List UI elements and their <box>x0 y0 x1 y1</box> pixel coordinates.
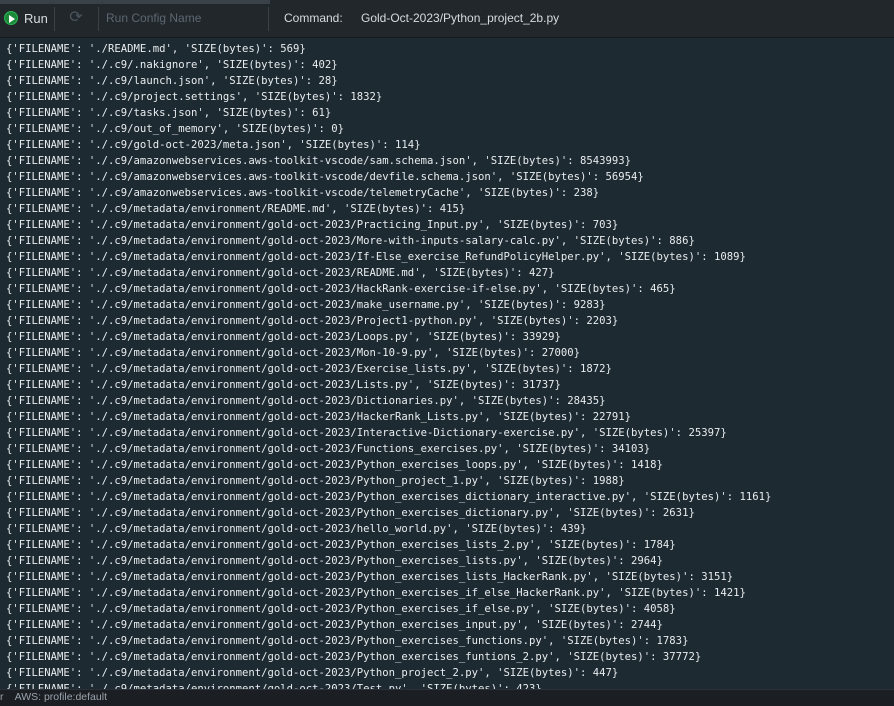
run-label: Run <box>24 10 48 26</box>
output-line: {'FILENAME': './.c9/project.settings', '… <box>6 91 383 103</box>
output-line: {'FILENAME': './.c9/metadata/environment… <box>6 459 663 471</box>
output-line: {'FILENAME': './.c9/metadata/environment… <box>6 395 606 407</box>
output-line: {'FILENAME': './.c9/metadata/environment… <box>6 603 676 615</box>
output-line: {'FILENAME': './.c9/metadata/environment… <box>6 539 676 551</box>
status-text: r AWS: profile:default <box>0 691 107 703</box>
output-line: {'FILENAME': './.c9/metadata/environment… <box>6 219 619 231</box>
output-line: {'FILENAME': './.c9/metadata/environment… <box>6 203 466 215</box>
output-line: {'FILENAME': './.c9/metadata/environment… <box>6 235 695 247</box>
run-toolbar: Run ⟳ Run Config Name Command: Gold-Oct-… <box>0 0 894 38</box>
play-circle-icon <box>4 11 18 25</box>
output-line: {'FILENAME': './.c9/metadata/environment… <box>6 267 555 279</box>
output-line: {'FILENAME': './.c9/amazonwebservices.aw… <box>6 171 644 183</box>
output-line: {'FILENAME': './.c9/launch.json', 'SIZE(… <box>6 75 338 87</box>
output-line: {'FILENAME': './.c9/metadata/environment… <box>6 491 772 503</box>
output-line: {'FILENAME': './.c9/metadata/environment… <box>6 363 612 375</box>
toolbar-divider <box>98 7 99 31</box>
output-line: {'FILENAME': './.c9/metadata/environment… <box>6 299 606 311</box>
tab-strip <box>0 0 270 4</box>
output-line: {'FILENAME': './.c9/metadata/environment… <box>6 347 581 359</box>
output-line: {'FILENAME': './.c9/gold-oct-2023/meta.j… <box>6 139 421 151</box>
output-line: {'FILENAME': './README.md', 'SIZE(bytes)… <box>6 43 306 55</box>
terminal-output[interactable]: {'FILENAME': './README.md', 'SIZE(bytes)… <box>0 39 894 689</box>
output-line: {'FILENAME': './.c9/metadata/environment… <box>6 555 663 567</box>
output-line: {'FILENAME': './.c9/metadata/environment… <box>6 667 619 679</box>
restart-icon[interactable]: ⟳ <box>68 10 84 26</box>
toolbar-divider <box>268 7 269 31</box>
output-line: {'FILENAME': './.c9/.nakignore', 'SIZE(b… <box>6 59 338 71</box>
command-label: Command: <box>284 11 343 25</box>
status-bar: r AWS: profile:default <box>0 689 894 706</box>
output-line: {'FILENAME': './.c9/metadata/environment… <box>6 331 561 343</box>
output-line: {'FILENAME': './.c9/metadata/environment… <box>6 427 727 439</box>
command-input[interactable]: Gold-Oct-2023/Python_project_2b.py <box>361 11 559 25</box>
output-line: {'FILENAME': './.c9/metadata/environment… <box>6 683 542 689</box>
output-line: {'FILENAME': './.c9/tasks.json', 'SIZE(b… <box>6 107 332 119</box>
output-line: {'FILENAME': './.c9/metadata/environment… <box>6 475 625 487</box>
output-line: {'FILENAME': './.c9/metadata/environment… <box>6 251 746 263</box>
output-line: {'FILENAME': './.c9/metadata/environment… <box>6 635 689 647</box>
output-line: {'FILENAME': './.c9/out_of_memory', 'SIZ… <box>6 123 345 135</box>
run-config-name-input[interactable]: Run Config Name <box>106 11 201 25</box>
output-line: {'FILENAME': './.c9/metadata/environment… <box>6 379 561 391</box>
output-line: {'FILENAME': './.c9/metadata/environment… <box>6 571 734 583</box>
output-line: {'FILENAME': './.c9/metadata/environment… <box>6 315 619 327</box>
output-line: {'FILENAME': './.c9/metadata/environment… <box>6 411 632 423</box>
output-line: {'FILENAME': './.c9/metadata/environment… <box>6 587 746 599</box>
output-line: {'FILENAME': './.c9/amazonwebservices.aw… <box>6 155 632 167</box>
output-line: {'FILENAME': './.c9/metadata/environment… <box>6 507 695 519</box>
output-line: {'FILENAME': './.c9/metadata/environment… <box>6 283 676 295</box>
output-line: {'FILENAME': './.c9/amazonwebservices.aw… <box>6 187 600 199</box>
toolbar-divider <box>54 7 55 31</box>
output-line: {'FILENAME': './.c9/metadata/environment… <box>6 523 587 535</box>
run-button[interactable]: Run <box>4 9 48 27</box>
output-line: {'FILENAME': './.c9/metadata/environment… <box>6 651 702 663</box>
output-line: {'FILENAME': './.c9/metadata/environment… <box>6 443 651 455</box>
output-line: {'FILENAME': './.c9/metadata/environment… <box>6 619 663 631</box>
